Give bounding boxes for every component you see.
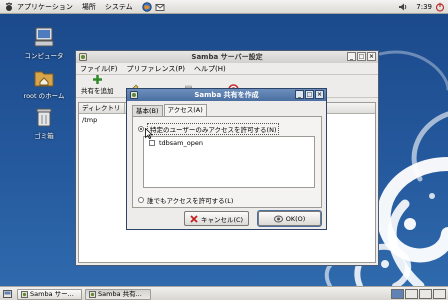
gnome-foot-icon [6, 2, 12, 11]
add-icon [92, 75, 102, 84]
main-window-titlebar[interactable]: Samba サーバー設定 _ □ × [76, 51, 378, 63]
ok-button-label: OK(O) [285, 214, 306, 223]
menu-applications[interactable]: アプリケーション [17, 2, 73, 12]
clock[interactable]: 7:39 [416, 3, 432, 11]
workspace-3[interactable] [419, 289, 432, 299]
power-icon[interactable] [435, 2, 445, 12]
menu-help[interactable]: ヘルプ(H) [194, 64, 226, 74]
ok-icon [273, 215, 283, 222]
home-folder-icon [34, 71, 54, 87]
radio-indicator[interactable] [138, 197, 144, 203]
menu-system[interactable]: システム [105, 2, 133, 12]
main-window-title: Samba サーバー設定 [191, 53, 263, 61]
top-panel: アプリケーション 場所 システム 7:39 [0, 0, 448, 14]
access-tab-panel: 特定のユーザーのみアクセスを許可する(N) tdbsam_open 誰でもアクセ… [132, 116, 322, 208]
maximize-button[interactable]: □ [357, 52, 366, 61]
radio-indicator[interactable] [138, 126, 144, 132]
radio-anyone[interactable]: 誰でもアクセスを許可する(L) [138, 195, 233, 205]
workspace-4[interactable] [433, 289, 446, 299]
show-desktop-icon[interactable] [3, 290, 12, 298]
dialog-title: Samba 共有を作成 [194, 91, 259, 99]
desktop-icon-computer[interactable]: コンピュータ [14, 26, 74, 60]
workspace-1[interactable] [391, 289, 404, 299]
samba-app-icon [89, 291, 96, 298]
bottom-panel: Samba サー... Samba 共有... [0, 286, 448, 300]
cancel-button-label: キャンセル(C) [200, 215, 244, 224]
trash-icon [36, 108, 52, 127]
tab-basic[interactable]: 基本(B) [132, 105, 163, 116]
desktop-icon-label: root のホーム [23, 92, 65, 100]
desktop-icon-label: コンピュータ [24, 52, 64, 60]
radio-anyone-label: 誰でもアクセスを許可する(L) [147, 197, 234, 205]
close-button[interactable]: × [367, 52, 376, 61]
ok-button[interactable]: OK(O) [257, 210, 322, 227]
desktop-icon-label: ゴミ箱 [34, 132, 54, 140]
tab-access[interactable]: アクセス(A) [163, 104, 207, 116]
cancel-icon [190, 214, 198, 223]
user-list[interactable]: tdbsam_open [143, 136, 315, 188]
cancel-button[interactable]: キャンセル(C) [184, 211, 249, 226]
taskbar-item-label: Samba サー... [30, 290, 74, 298]
dialog-titlebar[interactable]: Samba 共有を作成 _ □ × [127, 89, 326, 101]
close-button[interactable]: × [315, 90, 324, 99]
user-checkbox[interactable] [149, 140, 155, 146]
menu-places[interactable]: 場所 [82, 2, 96, 12]
taskbar-item-label: Samba 共有... [98, 290, 142, 298]
web-browser-icon[interactable] [141, 1, 152, 12]
dialog-tabs: 基本(B) アクセス(A) [132, 104, 208, 116]
computer-icon [34, 27, 54, 47]
cell-directory: /tmp [82, 116, 98, 124]
taskbar-item-samba-share[interactable]: Samba 共有... [85, 289, 151, 300]
samba-app-icon [130, 91, 138, 99]
create-share-dialog: Samba 共有を作成 _ □ × 基本(B) アクセス(A) 特定のユーザーの… [126, 88, 327, 230]
maximize-button[interactable]: □ [305, 90, 314, 99]
minimize-button[interactable]: _ [295, 90, 304, 99]
desktop-icon-home[interactable]: root のホーム [14, 66, 74, 100]
taskbar-item-samba-config[interactable]: Samba サー... [17, 289, 82, 300]
column-directory[interactable]: ディレクトリ [79, 102, 125, 114]
mail-icon[interactable] [155, 2, 165, 12]
mouse-pointer-icon [145, 128, 153, 139]
volume-icon[interactable] [398, 2, 408, 12]
desktop-icon-trash[interactable]: ゴミ箱 [14, 106, 74, 140]
radio-specific-users-label: 特定のユーザーのみアクセスを許可する(N) [147, 123, 280, 135]
radio-specific-users[interactable]: 特定のユーザーのみアクセスを許可する(N) [138, 123, 280, 135]
user-name: tdbsam_open [159, 139, 203, 147]
add-share-button[interactable]: 共有を追加 [81, 74, 114, 95]
samba-app-icon [79, 53, 87, 61]
main-menubar: ファイル(F) プリファレンス(P) ヘルプ(H) [76, 63, 378, 75]
menu-file[interactable]: ファイル(F) [80, 64, 118, 74]
workspace-switcher [391, 289, 446, 299]
menu-preferences[interactable]: プリファレンス(P) [127, 64, 186, 74]
add-share-label: 共有を追加 [81, 87, 114, 95]
workspace-2[interactable] [405, 289, 418, 299]
minimize-button[interactable]: _ [347, 52, 356, 61]
list-item[interactable]: tdbsam_open [144, 137, 314, 149]
samba-app-icon [21, 291, 28, 298]
